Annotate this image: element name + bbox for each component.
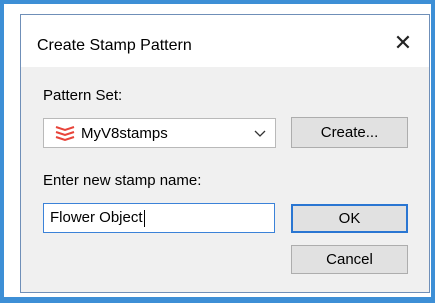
dialog-titlebar: Create Stamp Pattern ✕	[21, 15, 429, 67]
stamp-name-label: Enter new stamp name:	[43, 172, 202, 189]
create-stamp-pattern-dialog: Create Stamp Pattern ✕ Pattern Set: MyV8…	[20, 14, 430, 293]
stamp-name-value: Flower Object	[50, 209, 143, 226]
pattern-set-selected: MyV8stamps	[81, 125, 168, 142]
dialog-title: Create Stamp Pattern	[37, 37, 192, 54]
stamp-pattern-icon	[55, 126, 75, 142]
ok-button[interactable]: OK	[291, 204, 408, 233]
screen: Create Stamp Pattern ✕ Pattern Set: MyV8…	[0, 0, 435, 303]
stamp-name-input[interactable]: Flower Object	[43, 203, 275, 233]
text-caret	[143, 209, 145, 227]
close-button[interactable]: ✕	[391, 30, 415, 55]
window-edge-left	[0, 0, 4, 303]
window-edge-top	[0, 0, 435, 4]
close-icon: ✕	[393, 30, 413, 55]
cancel-button[interactable]: Cancel	[291, 245, 408, 274]
pattern-set-dropdown[interactable]: MyV8stamps	[43, 118, 276, 148]
chevron-down-icon	[254, 130, 266, 137]
pattern-set-label: Pattern Set:	[43, 87, 123, 104]
window-edge-bottom	[0, 297, 435, 303]
window-edge-right	[431, 0, 435, 303]
create-button[interactable]: Create...	[291, 117, 408, 148]
